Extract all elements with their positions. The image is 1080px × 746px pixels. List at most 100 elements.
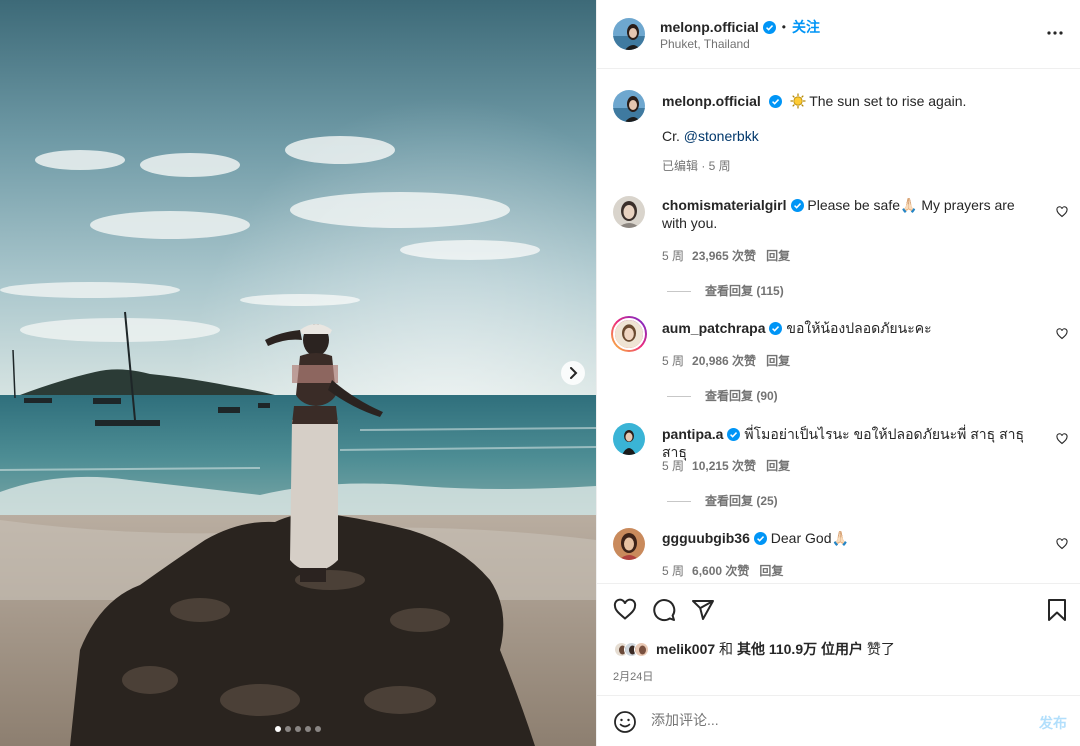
comment-meta: 5 周 20,986 次赞 回复	[662, 352, 790, 369]
reply-button[interactable]: 回复	[766, 354, 790, 368]
more-options-button[interactable]	[1046, 24, 1064, 45]
view-replies-button[interactable]: 查看回复 (90)	[667, 387, 778, 404]
comment-age: 5 周	[662, 459, 685, 473]
commenter-username[interactable]: pantipa.a	[662, 426, 723, 442]
comment-likes-count[interactable]: 23,965 次赞	[692, 249, 756, 263]
separator-dot: •	[781, 20, 786, 34]
comment-likes-count[interactable]: 6,600 次赞	[692, 564, 749, 578]
save-button[interactable]	[1046, 598, 1068, 625]
caption: melonp.official The sun set to rise agai…	[662, 93, 966, 109]
add-comment-bar: 发布	[597, 695, 1080, 746]
carousel-dot	[315, 726, 321, 732]
avatar-photo	[613, 318, 645, 350]
reply-button[interactable]: 回复	[759, 564, 783, 578]
view-replies-button[interactable]: 查看回复 (115)	[667, 282, 784, 299]
heart-outline-icon	[1056, 328, 1068, 340]
post-comment-button[interactable]: 发布	[1039, 713, 1067, 733]
follow-button[interactable]: 关注	[792, 17, 820, 37]
heart-outline-icon	[613, 598, 637, 620]
post-header: melonp.official • 关注 Phuket, Thailand	[597, 0, 1080, 69]
share-button[interactable]	[691, 598, 715, 625]
like-comment-button[interactable]	[1056, 327, 1068, 343]
comment-text: Dear God🙏🏻	[770, 530, 849, 546]
post-photo[interactable]	[0, 0, 596, 746]
comment-meta: 5 周 10,215 次赞 回复	[662, 457, 790, 474]
post-details-panel: melonp.official • 关注 Phuket, Thailand me…	[596, 0, 1080, 746]
divider-line	[667, 501, 691, 503]
heart-outline-icon	[1056, 433, 1068, 445]
likes-summary: melik007 和 其他 110.9万 位用户 赞了	[614, 639, 895, 659]
edited-timestamp: 已编辑 · 5 周	[662, 159, 731, 173]
post-date[interactable]: 2月24日	[613, 668, 653, 684]
author-avatar[interactable]	[613, 18, 645, 50]
like-button[interactable]	[613, 598, 637, 625]
avatar-photo	[613, 423, 645, 455]
comment-age: 5 周	[662, 354, 685, 368]
likes-and: 和	[715, 641, 737, 657]
bookmark-icon	[1048, 599, 1066, 621]
verified-badge-icon	[762, 20, 776, 34]
comment-age: 5 周	[662, 564, 685, 578]
comment-meta: 5 周 6,600 次赞 回复	[662, 562, 783, 579]
others-likes-link[interactable]: 其他 110.9万 位用户	[737, 641, 863, 657]
commenter-avatar[interactable]	[613, 196, 645, 228]
commenter-avatar[interactable]	[613, 528, 645, 560]
liker-username[interactable]: melik007	[656, 641, 715, 657]
likes-text: melik007 和 其他 110.9万 位用户 赞了	[656, 639, 895, 659]
commenter-avatar[interactable]	[613, 423, 645, 455]
avatar-photo	[613, 528, 645, 560]
commenter-username[interactable]: chomismaterialgirl	[662, 197, 787, 213]
reply-button[interactable]: 回复	[766, 249, 790, 263]
comment-likes-count[interactable]: 20,986 次赞	[692, 354, 756, 368]
caption-credit: Cr. @stonerbkk	[662, 128, 759, 144]
comment-body: pantipa.a พี่โมอย่าเป็นไรนะ ขอให้ปลอดภัย…	[662, 425, 1037, 461]
comment-input[interactable]	[651, 712, 1011, 728]
beach-photo	[0, 0, 596, 746]
avatar-photo	[635, 642, 648, 656]
verified-badge-icon	[727, 428, 741, 441]
verified-badge-icon	[768, 95, 782, 108]
header-author: melonp.official • 关注	[660, 17, 820, 37]
comment-body: ggguubgib36 Dear God🙏🏻	[662, 529, 1037, 547]
liker-avatar	[634, 641, 649, 657]
view-replies-button[interactable]: 查看回复 (25)	[667, 492, 778, 509]
credit-prefix: Cr.	[662, 128, 684, 144]
carousel-dot	[295, 726, 301, 732]
author-username[interactable]: melonp.official	[660, 19, 759, 35]
paper-plane-icon	[692, 600, 714, 620]
sun-emoji-icon	[790, 93, 806, 109]
like-comment-button[interactable]	[1056, 205, 1068, 221]
like-comment-button[interactable]	[1056, 537, 1068, 553]
caption-username[interactable]: melonp.official	[662, 93, 761, 109]
view-replies-label: 查看回复 (115)	[705, 284, 784, 298]
verified-badge-icon	[753, 532, 767, 545]
view-replies-label: 查看回复 (90)	[705, 389, 778, 403]
comment-age: 5 周	[662, 249, 685, 263]
commenter-username[interactable]: aum_patchrapa	[662, 320, 765, 336]
heart-outline-icon	[1056, 206, 1068, 218]
comment-text: ขอให้น้องปลอดภัยนะคะ	[786, 320, 932, 336]
location-link[interactable]: Phuket, Thailand	[660, 37, 750, 51]
avatar-photo	[613, 90, 645, 122]
avatar-photo	[613, 196, 645, 228]
reply-button[interactable]: 回复	[766, 459, 790, 473]
divider-line	[667, 396, 691, 398]
carousel-indicator	[0, 726, 596, 732]
comment-likes-count[interactable]: 10,215 次赞	[692, 459, 756, 473]
emoji-button[interactable]	[613, 710, 637, 737]
caption-avatar[interactable]	[613, 90, 645, 122]
more-horizontal-icon	[1047, 31, 1063, 35]
view-replies-label: 查看回复 (25)	[705, 494, 778, 508]
next-photo-button[interactable]	[561, 361, 585, 385]
heart-outline-icon	[1056, 538, 1068, 550]
chevron-right-icon	[570, 367, 578, 379]
credit-mention-link[interactable]: @stonerbkk	[684, 128, 759, 144]
comment-button[interactable]	[652, 598, 676, 625]
like-comment-button[interactable]	[1056, 432, 1068, 448]
commenter-username[interactable]: ggguubgib36	[662, 530, 750, 546]
comment-bubble-icon	[653, 599, 676, 622]
commenter-avatar-story-ring[interactable]	[611, 316, 647, 352]
smiley-emoji-icon	[614, 711, 636, 733]
post-actions-section: melik007 和 其他 110.9万 位用户 赞了 2月24日	[597, 583, 1080, 695]
comment-meta: 5 周 23,965 次赞 回复	[662, 247, 790, 264]
